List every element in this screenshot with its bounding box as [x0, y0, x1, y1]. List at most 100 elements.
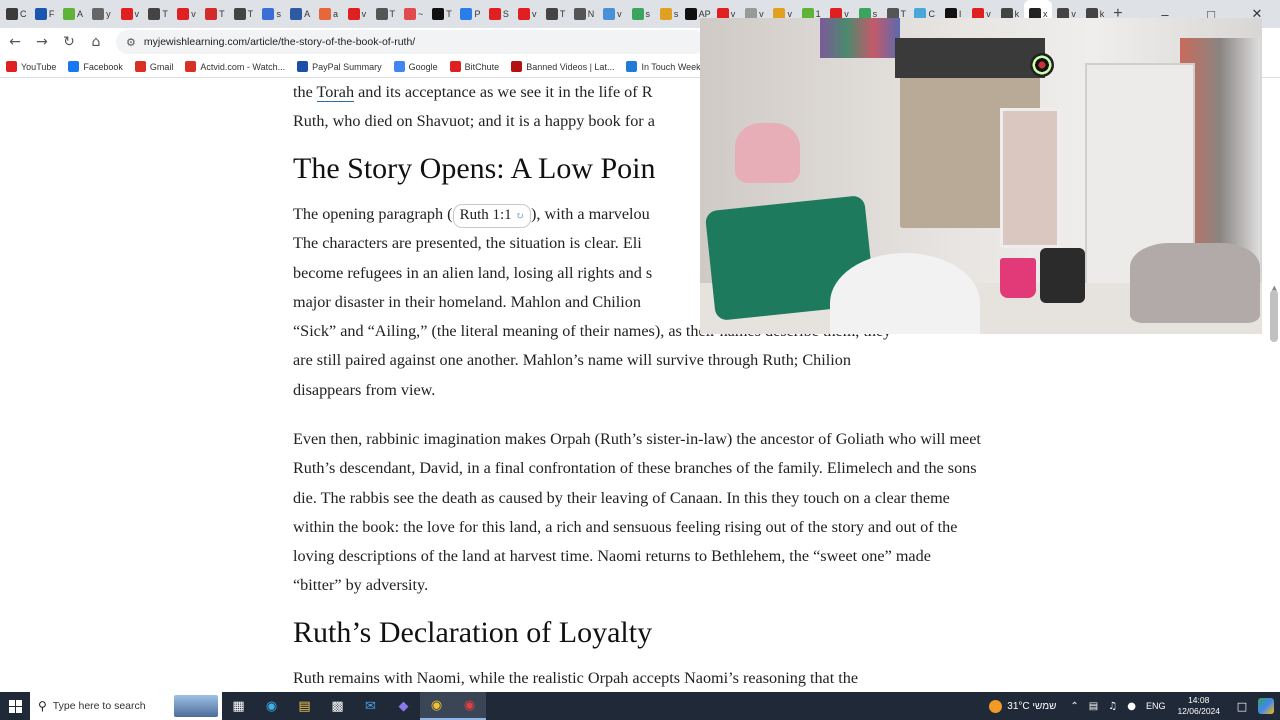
bookmark-item[interactable]: PayPal Summary	[297, 61, 382, 72]
tab-title: A	[76, 9, 83, 19]
browser-tab[interactable]: y	[87, 0, 115, 28]
store-icon[interactable]: ▩	[321, 692, 354, 720]
tab-title: T	[162, 9, 168, 19]
bookmark-item[interactable]: Actvid.com - Watch...	[185, 61, 285, 72]
bookmark-item[interactable]: In Touch Weekly	[626, 61, 707, 72]
browser-tab[interactable]: s	[655, 0, 683, 28]
browser-tab[interactable]: v	[343, 0, 371, 28]
browser-tab[interactable]: v	[513, 0, 541, 28]
browser-tab[interactable]: a	[314, 0, 342, 28]
tab-favicon-icon	[290, 8, 303, 20]
heading-story-opens: The Story Opens: A Low Poin	[293, 152, 656, 185]
bookmark-item[interactable]: Facebook	[68, 61, 123, 72]
tab-title: T	[389, 9, 396, 19]
tab-title: v	[617, 9, 622, 19]
browser-tab[interactable]: v	[116, 0, 144, 28]
browser-tab[interactable]: s	[627, 0, 655, 28]
tab-favicon-icon	[517, 8, 530, 20]
task-view-icon[interactable]: ▦	[222, 692, 255, 720]
bookmark-favicon-icon	[449, 61, 461, 72]
browser-tab[interactable]: T	[201, 0, 229, 28]
mail-icon[interactable]: ✉	[354, 692, 387, 720]
bookmark-item[interactable]: BitChute	[449, 61, 500, 72]
browser-tab[interactable]: s	[258, 0, 286, 28]
tab-favicon-icon	[62, 8, 75, 20]
verse-chip-label: Ruth 1:1	[459, 207, 512, 223]
site-info-icon[interactable]: ⚙	[126, 36, 136, 49]
notification-icon[interactable]: □	[1234, 698, 1250, 714]
start-button[interactable]	[0, 692, 30, 720]
home-button[interactable]: ⌂	[84, 30, 108, 54]
browser-tab[interactable]: N	[570, 0, 598, 28]
loyalty-paragraph: Ruth remains with Naomi, while the reali…	[293, 669, 859, 687]
browser-tab[interactable]: T	[541, 0, 569, 28]
bookmark-favicon-icon	[134, 61, 146, 72]
browser-tab[interactable]: P	[456, 0, 484, 28]
browser-tab[interactable]: v	[172, 0, 200, 28]
tab-title: v	[191, 9, 196, 19]
browser-tab[interactable]: T	[229, 0, 257, 28]
tab-title: P	[474, 9, 481, 19]
browser-tab[interactable]: T	[428, 0, 456, 28]
system-tray: 31°C שמשי ⌃ ▤ ♫ ● ENG 14:08 12/06/2024 □	[989, 692, 1280, 720]
bookmark-favicon-icon	[297, 61, 309, 72]
bookmark-item[interactable]: Gmail	[134, 61, 174, 72]
browser-tab[interactable]: v	[598, 0, 626, 28]
reload-button[interactable]: ↻	[57, 30, 81, 54]
tab-title: v	[134, 9, 140, 19]
cam-posters	[820, 18, 900, 58]
widgets-icon[interactable]	[1258, 698, 1274, 714]
taskbar-search[interactable]: ⚲ Type here to search	[30, 692, 222, 720]
tab-favicon-icon	[659, 8, 672, 20]
tab-title: N	[587, 9, 595, 19]
recording-app-icon[interactable]: ◉	[453, 692, 486, 720]
volume-icon[interactable]: ♫	[1108, 701, 1117, 712]
bookmark-item[interactable]: YouTube	[6, 61, 56, 72]
opening-line-2: The characters are presented, the situat…	[293, 234, 642, 253]
network-icon[interactable]: ▤	[1089, 701, 1098, 712]
cam-dartboard	[1030, 53, 1054, 77]
browser-tab[interactable]: C	[2, 0, 30, 28]
bookmark-label: PayPal Summary	[312, 61, 382, 72]
verse-reference-chip[interactable]: Ruth 1:1 ↻	[452, 204, 532, 228]
heading-declaration-of-loyalty: Ruth’s Declaration of Loyalty	[293, 616, 653, 649]
tab-title: C	[19, 9, 27, 19]
app-icon[interactable]: ◆	[387, 692, 420, 720]
opening-line-3: become refugees in an alien land, losing…	[293, 263, 653, 282]
bookmark-item[interactable]: Banned Videos | Lat...	[511, 61, 614, 72]
browser-tab[interactable]: F	[30, 0, 58, 28]
clock-time: 14:08	[1188, 695, 1210, 705]
weather-widget[interactable]: 31°C שמשי	[989, 699, 1056, 713]
forward-button[interactable]: →	[30, 30, 54, 54]
file-explorer-icon[interactable]: ▤	[288, 692, 321, 720]
page-scrollbar[interactable]	[1270, 290, 1278, 342]
torah-link[interactable]: Torah	[316, 83, 355, 102]
tab-favicon-icon	[603, 8, 616, 20]
tab-title: a	[332, 9, 338, 19]
bookmark-label: YouTube	[21, 61, 57, 72]
browser-tab[interactable]: ~	[399, 0, 427, 28]
bookmark-label: BitChute	[464, 61, 500, 72]
clock-date: 12/06/2024	[1177, 706, 1220, 716]
bookmark-label: Gmail	[149, 61, 174, 72]
windows-logo-icon	[8, 699, 22, 713]
clock[interactable]: 14:08 12/06/2024	[1177, 695, 1220, 717]
back-button[interactable]: ←	[3, 30, 27, 54]
browser-tab[interactable]: T	[144, 0, 172, 28]
address-bar[interactable]: ⚙ myjewishlearning.com/article/the-story…	[116, 30, 706, 54]
browser-tab[interactable]: T	[371, 0, 399, 28]
browser-tab[interactable]: A	[59, 0, 87, 28]
language-indicator[interactable]: ENG	[1146, 701, 1166, 711]
intro-text-rest: and its acceptance as we see it in the l…	[354, 83, 653, 101]
tray-overflow-icon[interactable]: ⌃	[1070, 701, 1078, 712]
microphone-icon[interactable]: ●	[1127, 701, 1136, 712]
edge-icon[interactable]: ◉	[255, 692, 288, 720]
cam-shelf-top	[895, 38, 1045, 78]
bookmark-favicon-icon	[511, 61, 523, 72]
bookmark-label: In Touch Weekly	[641, 61, 708, 72]
bookmark-item[interactable]: Google	[393, 61, 438, 72]
browser-tab[interactable]: A	[286, 0, 314, 28]
chrome-icon[interactable]: ◉	[420, 692, 453, 720]
webcam-overlay	[700, 18, 1262, 334]
browser-tab[interactable]: S	[485, 0, 513, 28]
